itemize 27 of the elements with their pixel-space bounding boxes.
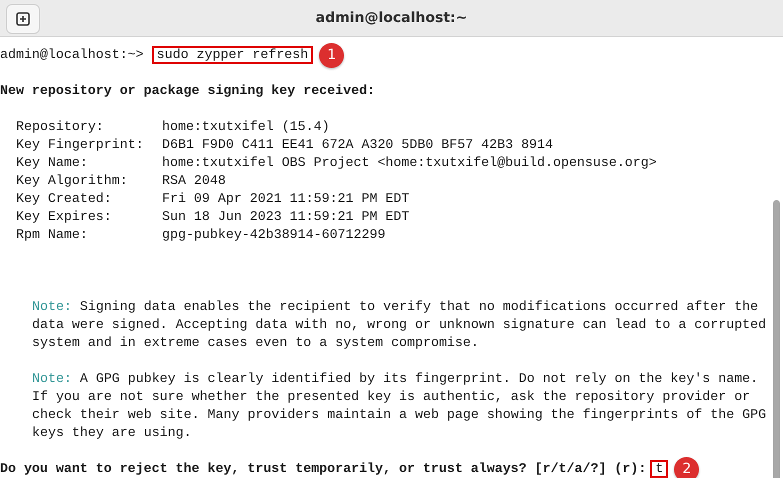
detail-label: Key Expires: xyxy=(16,208,113,226)
detail-value: home:txutxifel (15.4) xyxy=(162,118,330,136)
answer-text: t xyxy=(650,460,668,478)
detail-label: Repository: xyxy=(16,118,105,136)
detail-value: Sun 18 Jun 2023 11:59:21 PM EDT xyxy=(162,208,410,226)
step-callout: 1 xyxy=(319,42,344,68)
command-text: sudo zypper refresh xyxy=(152,46,314,64)
detail-value: gpg-pubkey-42b38914-60712299 xyxy=(162,226,386,244)
detail-value: RSA 2048 xyxy=(162,172,226,190)
note-paragraph: Note: Signing data enables the recipient to verify that no modifications occurred after the data were signed. Accepting data with no, wrong or unknown signature can lead to a corrupted system and in extreme cases even to a system compromise. xyxy=(32,298,768,352)
new-tab-button[interactable] xyxy=(6,4,40,34)
note-paragraph: Note: A GPG pubkey is clearly identified by its fingerprint. Do not rely on the key's name. If you are not sure whether the presented key is authentic, ask the repository provider or check their web site. Many providers maintain a web page showing the fingerprints of the GPG keys they are using. xyxy=(32,370,768,442)
window-title: admin@localhost:~ xyxy=(316,10,468,26)
scrollbar-thumb[interactable] xyxy=(773,200,780,478)
detail-label: Rpm Name: xyxy=(16,226,89,244)
detail-value: Fri 09 Apr 2021 11:59:21 PM EDT xyxy=(162,190,410,208)
detail-label: Key Name: xyxy=(16,154,89,172)
shell-prompt: admin@localhost:~> xyxy=(0,46,144,64)
prompt-question: Do you want to reject the key, trust temporarily, or trust always? [r/t/a/?] (r): xyxy=(0,460,646,478)
add-icon xyxy=(16,12,30,26)
step-callout: 2 xyxy=(674,456,700,478)
detail-label: Key Fingerprint: xyxy=(16,136,145,154)
detail-value: home:txutxifel OBS Project <home:txutxifel@build.opensuse.org> xyxy=(162,154,657,172)
detail-label: Key Algorithm: xyxy=(16,172,129,190)
detail-value: D6B1 F9D0 C411 EE41 672A A320 5DB0 BF57 42B3 8914 xyxy=(162,136,553,154)
output-heading: New repository or package signing key received: xyxy=(0,82,376,100)
detail-label: Key Created: xyxy=(16,190,113,208)
